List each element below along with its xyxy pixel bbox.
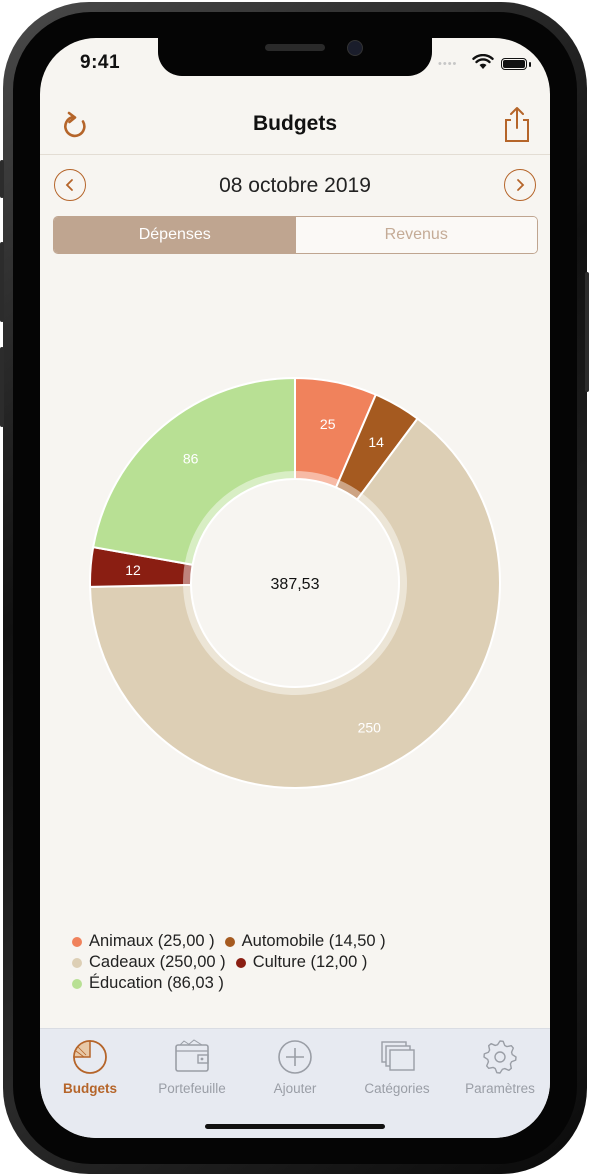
battery-icon: [501, 58, 531, 70]
chart-total-label: 387,53: [271, 576, 320, 593]
legend-label: Éducation (86,03 ): [89, 974, 224, 992]
navigation-bar: Budgets: [40, 98, 550, 155]
segment-depenses[interactable]: Dépenses: [54, 217, 296, 253]
legend-dot: [72, 936, 82, 947]
volume-up-button: [0, 242, 4, 322]
app-screen: 9:41 •••• Budgets 08 octobre 2019 Dépens…: [40, 38, 550, 1138]
tab-label: Paramètres: [465, 1081, 535, 1096]
slice-value-label: 25: [320, 416, 336, 432]
budget-donut-chart: 25 14 250 12 86 387,53: [89, 376, 501, 789]
stacked-folders-icon: [381, 1041, 415, 1071]
signal-icon: ••••: [438, 58, 458, 70]
slice-value-label: 14: [368, 434, 384, 450]
speaker: [265, 44, 325, 51]
camera: [347, 40, 363, 56]
slice-value-label: 86: [183, 450, 199, 466]
legend-item-cadeaux: Cadeaux (250,00 ): [72, 952, 226, 973]
legend-item-culture: Culture (12,00 ): [235, 952, 368, 973]
mute-switch: [0, 160, 4, 198]
legend-dot: [72, 957, 82, 968]
legend-item-automobile: Automobile (14,50 ): [224, 931, 386, 952]
tab-label: Catégories: [364, 1081, 430, 1096]
tab-categories[interactable]: Catégories: [347, 1037, 447, 1096]
wallet-icon: [175, 1039, 209, 1072]
add-circle-icon: [278, 1040, 312, 1074]
segment-revenus[interactable]: Revenus: [295, 217, 537, 253]
legend-label: Animaux (25,00 ): [89, 932, 215, 950]
legend-item-education: Éducation (86,03 ): [72, 973, 224, 994]
tab-label: Budgets: [63, 1081, 117, 1096]
chevron-right-icon: [517, 179, 525, 191]
slice-value-label: 12: [125, 562, 141, 578]
legend-dot: [235, 957, 246, 968]
notch: [158, 38, 432, 76]
legend-label: Culture (12,00 ): [252, 953, 368, 971]
legend-dot: [224, 936, 235, 947]
tab-parametres[interactable]: Paramètres: [450, 1037, 550, 1096]
wifi-icon: [472, 54, 494, 69]
pie-chart-icon: [73, 1040, 107, 1074]
tab-budgets[interactable]: Budgets: [40, 1037, 140, 1096]
tab-label: Portefeuille: [158, 1081, 226, 1096]
next-date-button[interactable]: [504, 169, 536, 201]
tab-label: Ajouter: [273, 1081, 317, 1096]
legend-label: Automobile (14,50 ): [241, 932, 386, 950]
tab-bar: Budgets Portefeuille Ajouter Catégories …: [40, 1028, 550, 1138]
legend-dot: [72, 978, 82, 989]
legend-label: Cadeaux (250,00 ): [89, 953, 226, 971]
home-indicator: [205, 1124, 385, 1129]
gear-icon: [483, 1040, 517, 1074]
legend-item-animaux: Animaux (25,00 ): [72, 931, 215, 952]
volume-down-button: [0, 347, 4, 427]
share-icon[interactable]: [499, 104, 535, 144]
power-button: [585, 272, 589, 392]
slice-value-label: 250: [358, 720, 382, 736]
tab-portefeuille[interactable]: Portefeuille: [142, 1037, 242, 1096]
page-title: Budgets: [253, 112, 337, 135]
current-date: 08 octobre 2019: [219, 174, 371, 197]
chart-legend: Animaux (25,00 ) Automobile (14,50 ) Cad…: [72, 931, 512, 994]
tab-ajouter[interactable]: Ajouter: [245, 1037, 345, 1096]
status-time: 9:41: [80, 52, 121, 73]
expense-income-segmented-control: Dépenses Revenus: [53, 216, 538, 254]
date-navigator: 08 octobre 2019: [40, 166, 550, 206]
